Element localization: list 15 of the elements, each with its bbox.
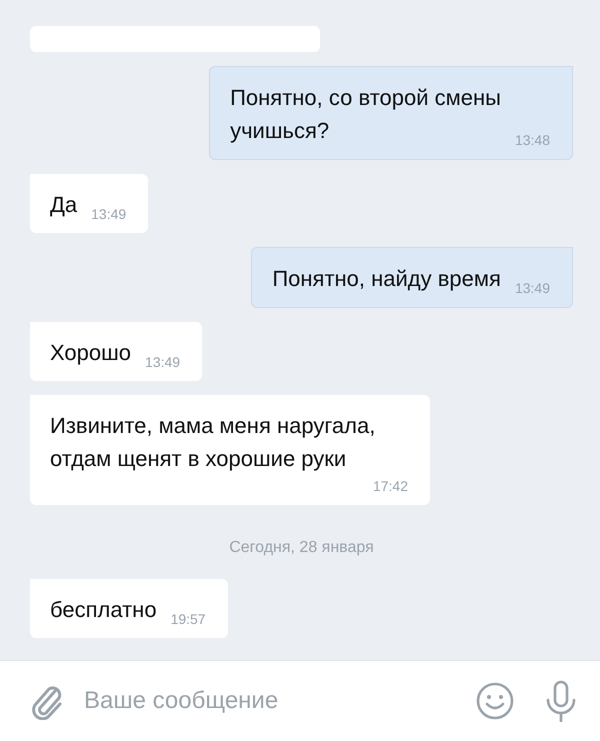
message-time: 13:49 — [90, 205, 126, 224]
message-text: Понятно, найду время — [272, 265, 501, 293]
smiley-icon[interactable] — [476, 682, 514, 720]
message-text: бесплатно — [50, 596, 157, 624]
message-time: 19:57 — [170, 610, 206, 629]
message-text: Извините, мама меня наругала, отдам щенят в хорошие руки — [50, 412, 376, 473]
message-text: Да — [50, 191, 78, 219]
message-time: 13:49 — [514, 279, 550, 298]
message-time: 13:49 — [144, 353, 180, 372]
microphone-icon[interactable] — [544, 680, 578, 722]
message-time: 13:48 — [514, 131, 550, 150]
message-text: Хорошо — [50, 339, 132, 367]
date-separator: Сегодня, 28 января — [229, 539, 374, 557]
message-text: Понятно, со второй смены учишься? — [230, 84, 501, 145]
message-time: 17:42 — [372, 477, 408, 496]
